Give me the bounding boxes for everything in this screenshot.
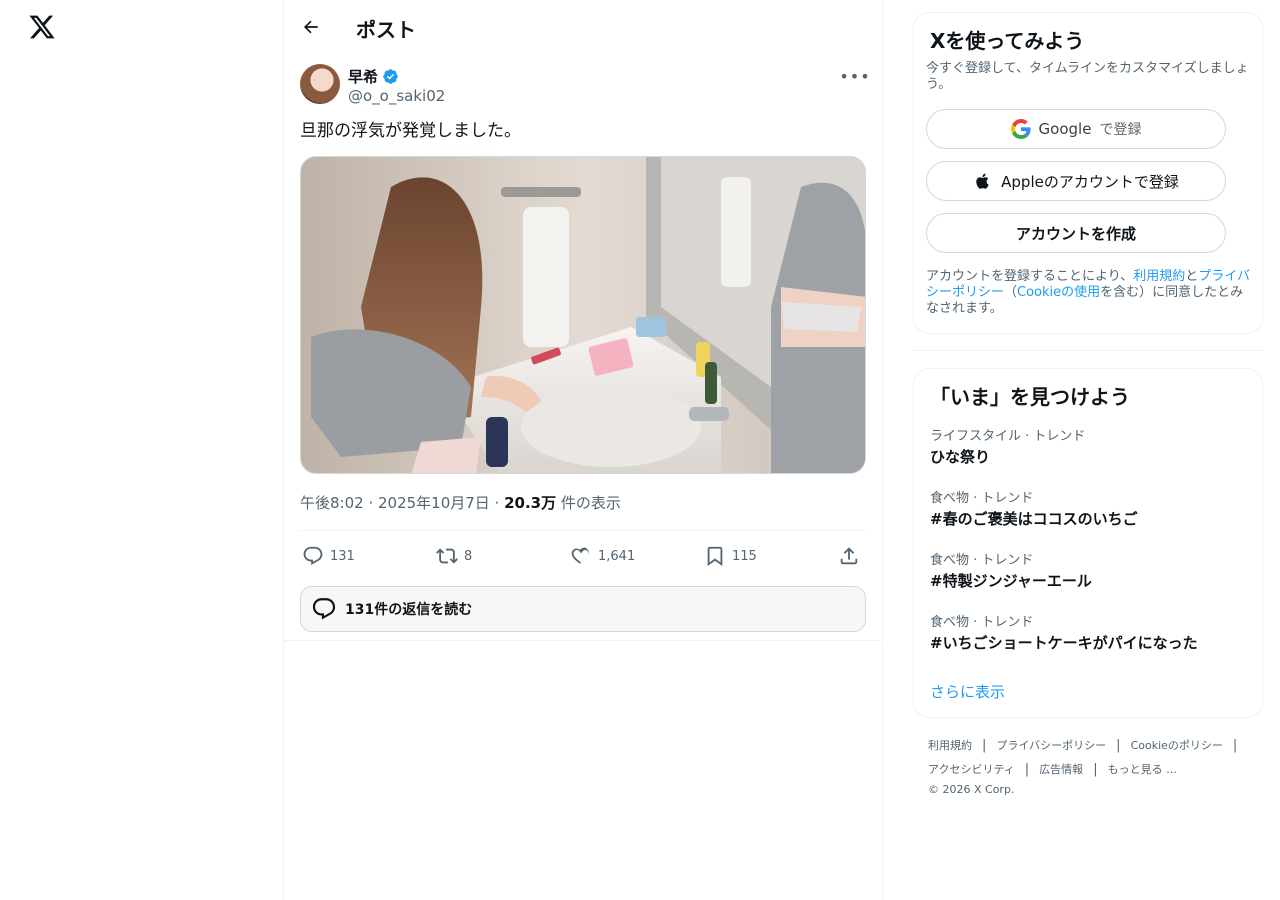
footer-link-accessibility[interactable]: アクセシビリティ [928, 762, 1015, 778]
trend-item[interactable]: ライフスタイル · トレンド ひな祭り [930, 429, 1250, 467]
view-count: 20.3万 [504, 494, 557, 512]
footer-separator: | [982, 738, 987, 753]
trend-name: #特製ジンジャーエール [930, 572, 1092, 590]
trend-item[interactable]: 食べ物 · トレンド #いちごショートケーキがパイになった [930, 615, 1250, 653]
footer-separator: | [1024, 762, 1030, 777]
footer-link-terms[interactable]: 利用規約 [928, 738, 972, 754]
post-media-image[interactable] [300, 156, 866, 474]
footer-link-ads[interactable]: 広告情報 [1039, 762, 1083, 778]
terms-open-paren: （ [1004, 285, 1018, 300]
terms-and: と [1185, 269, 1199, 284]
copyright: © 2026 X Corp. [928, 783, 1015, 796]
reply-button[interactable]: 131 [302, 543, 355, 569]
share-button[interactable] [838, 543, 860, 569]
post-meta: 午後8:02 · 2025年10月7日 · 20.3万 件の表示 [300, 492, 621, 513]
page-title: ポスト [356, 18, 416, 42]
apple-signup-label: Appleのアカウントで登録 [1001, 172, 1179, 191]
footer-separator: | [1232, 738, 1238, 753]
create-account-button[interactable]: アカウントを作成 [926, 213, 1226, 253]
avatar[interactable] [300, 64, 340, 104]
trend-category: 食べ物 · トレンド [930, 553, 1034, 568]
speech-bubble-icon [312, 598, 336, 620]
read-replies-button[interactable]: 131件の返信を読む [300, 586, 866, 632]
terms-link[interactable]: 利用規約 [1133, 269, 1185, 284]
signup-title: Xを使ってみよう [930, 29, 1085, 53]
like-count: 1,641 [598, 548, 636, 564]
cookie-link[interactable]: Cookieの使用 [1017, 285, 1100, 300]
sidebar-footer: 利用規約 | プライバシーポリシー | Cookieのポリシー | アクセシビリ… [928, 738, 1258, 798]
share-icon [840, 547, 858, 565]
bookmark-count: 115 [732, 548, 757, 564]
footer-separator: | [1116, 738, 1121, 753]
post-timestamp[interactable]: 午後8:02 · 2025年10月7日 · [300, 494, 504, 512]
trend-item[interactable]: 食べ物 · トレンド #特製ジンジャーエール [930, 553, 1250, 591]
post-divider [284, 640, 883, 641]
trends-card: 「いま」を見つけよう ライフスタイル · トレンド ひな祭り 食べ物 · トレン… [913, 368, 1263, 718]
repost-icon [436, 548, 458, 564]
bookmark-icon [707, 546, 723, 567]
post-actions: 131 8 1,641 115 [300, 530, 866, 582]
terms-prefix: アカウントを登録することにより、 [926, 269, 1134, 284]
reply-icon [303, 546, 323, 565]
x-logo-icon[interactable] [28, 12, 56, 42]
trend-category: 食べ物 · トレンド [930, 491, 1034, 506]
trend-name: ひな祭り [930, 448, 991, 466]
repost-button[interactable]: 8 [436, 543, 472, 569]
reply-count: 131 [330, 548, 355, 564]
sidebar-divider [913, 350, 1263, 351]
more-options-icon[interactable]: ••• [839, 66, 869, 86]
signup-subtitle: 今すぐ登録して、タイムラインをカスタマイズしましょう。 [926, 61, 1249, 92]
footer-separator: | [1093, 762, 1098, 777]
footer-link-privacy[interactable]: プライバシーポリシー [996, 738, 1106, 754]
author-name[interactable]: 早希 [348, 66, 378, 87]
read-replies-label: 131件の返信を読む [345, 602, 473, 618]
show-more-link[interactable]: さらに表示 [930, 681, 1005, 702]
trends-title: 「いま」を見つけよう [930, 385, 1130, 409]
apple-logo-icon [976, 173, 989, 189]
signup-card: Xを使ってみよう 今すぐ登録して、タイムラインをカスタマイズしましょう。 Goo… [913, 12, 1263, 334]
trend-category: ライフスタイル · トレンド [930, 429, 1086, 444]
trend-name: #いちごショートケーキがパイになった [930, 634, 1198, 652]
repost-count: 8 [464, 548, 473, 564]
page-header: ポスト [284, 0, 883, 53]
view-count-suffix: 件の表示 [556, 494, 621, 512]
trend-category: 食べ物 · トレンド [930, 615, 1034, 630]
like-button[interactable]: 1,641 [570, 543, 635, 569]
google-signup-button[interactable]: Google で登録 [926, 109, 1226, 149]
google-logo-icon [1010, 119, 1031, 139]
author-name-row[interactable]: 早希 [348, 66, 399, 87]
google-signup-suffix: で登録 [1099, 122, 1142, 138]
verified-badge-icon [382, 68, 399, 85]
create-account-label: アカウントを作成 [1015, 224, 1136, 243]
back-arrow-icon[interactable] [298, 14, 324, 40]
trend-name: #春のご褒美はココスのいちご [930, 510, 1138, 528]
google-signup-label: Google [1038, 120, 1092, 138]
main-column: ポスト 早希 @o_o_saki02 ••• 旦那の浮気が発覚しました。 午後8… [284, 0, 883, 900]
bookmark-button[interactable]: 115 [704, 543, 757, 569]
terms-text: アカウントを登録することにより、利用規約とプライバシーポリシー（Cookieの使… [926, 269, 1256, 317]
footer-link-more[interactable]: もっと見る … [1108, 762, 1178, 778]
trend-item[interactable]: 食べ物 · トレンド #春のご褒美はココスのいちご [930, 491, 1250, 529]
footer-link-cookie[interactable]: Cookieのポリシー [1131, 738, 1223, 754]
post-text: 旦那の浮気が発覚しました。 [300, 121, 521, 141]
heart-icon [571, 547, 589, 565]
left-navigation [0, 0, 284, 900]
author-handle[interactable]: @o_o_saki02 [348, 87, 445, 105]
apple-signup-button[interactable]: Appleのアカウントで登録 [926, 161, 1226, 201]
